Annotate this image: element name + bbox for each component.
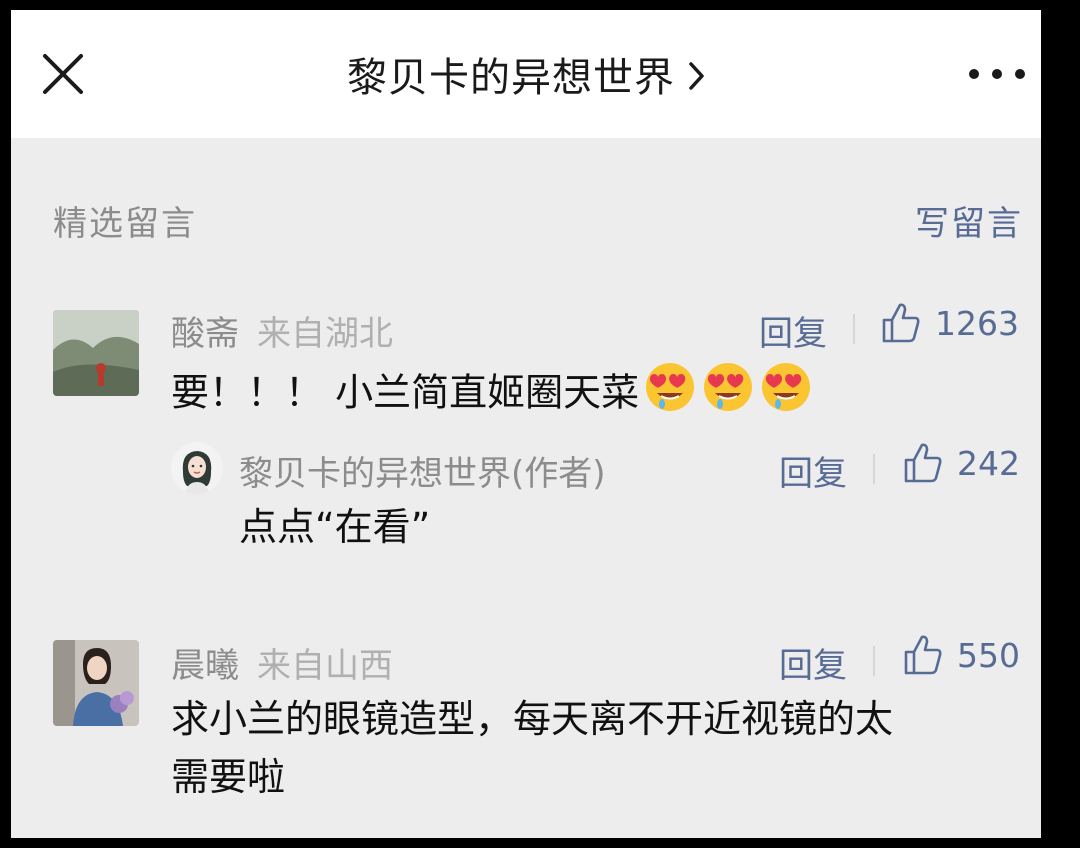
- author-name: 晨曦: [171, 646, 239, 686]
- reply-button[interactable]: 回复: [779, 446, 847, 495]
- comment-body-line: 求小兰的眼镜造型，每天离不开近视镜的太: [171, 697, 894, 741]
- like-button[interactable]: 550: [903, 634, 1020, 676]
- account-title-link[interactable]: 黎贝卡的异想世界: [11, 10, 1041, 138]
- avatar[interactable]: [53, 310, 139, 396]
- thumbs-up-icon: [904, 635, 942, 675]
- author-avatar[interactable]: [171, 442, 223, 494]
- author-reply-name: 黎贝卡的异想世界(作者): [239, 454, 606, 494]
- comment-body-line: 需要啦: [171, 755, 286, 799]
- comment-body: 要！！！ 小兰简直姬圈天菜: [171, 370, 640, 415]
- author-location: 来自山西: [257, 646, 393, 686]
- more-icon-dot: [992, 69, 1002, 79]
- like-button[interactable]: 1263: [881, 302, 1019, 344]
- more-icon: [969, 69, 979, 79]
- like-count: 242: [957, 443, 1020, 483]
- divider: [873, 646, 875, 676]
- page-title: 黎贝卡的异想世界: [347, 55, 675, 101]
- comment-author: 酸斋 来自湖北: [171, 306, 393, 355]
- comments-panel: 黎贝卡的异想世界 精选留言 写留言 酸斋 来自湖北 回复 1263 要！！！ 小…: [11, 10, 1041, 838]
- thumbs-up-icon: [882, 303, 920, 343]
- author-reply-text: 点点“在看”: [239, 505, 431, 549]
- divider: [853, 314, 855, 344]
- chevron-right-icon: [689, 62, 704, 90]
- avatar[interactable]: [53, 640, 139, 726]
- heart-eyes-face-icon: [643, 360, 697, 430]
- reply-button[interactable]: 回复: [759, 306, 827, 355]
- author-location: 来自湖北: [257, 314, 393, 354]
- author-name: 酸斋: [171, 314, 239, 354]
- heart-eyes-face-icon: [759, 360, 813, 430]
- divider: [873, 454, 875, 484]
- comment-author: 晨曦 来自山西: [171, 638, 393, 687]
- heart-eyes-face-icon: [701, 360, 755, 430]
- comment-text: 求小兰的眼镜造型，每天离不开近视镜的太 需要啦: [171, 690, 893, 806]
- author-avatar-image: [171, 442, 223, 494]
- featured-comments-label: 精选留言: [53, 204, 197, 244]
- top-bar: 黎贝卡的异想世界: [11, 10, 1041, 138]
- reply-button[interactable]: 回复: [779, 638, 847, 687]
- like-count: 550: [957, 635, 1020, 675]
- like-count: 1263: [935, 303, 1019, 343]
- more-icon-dot: [1015, 69, 1025, 79]
- write-comment-button[interactable]: 写留言: [915, 196, 1023, 245]
- comment-text: 要！！！ 小兰简直姬圈天菜: [171, 360, 813, 430]
- avatar-image: [53, 640, 139, 726]
- more-button[interactable]: [969, 60, 1025, 88]
- like-button[interactable]: 242: [903, 442, 1020, 484]
- avatar-image: [53, 310, 139, 396]
- thumbs-up-icon: [904, 443, 942, 483]
